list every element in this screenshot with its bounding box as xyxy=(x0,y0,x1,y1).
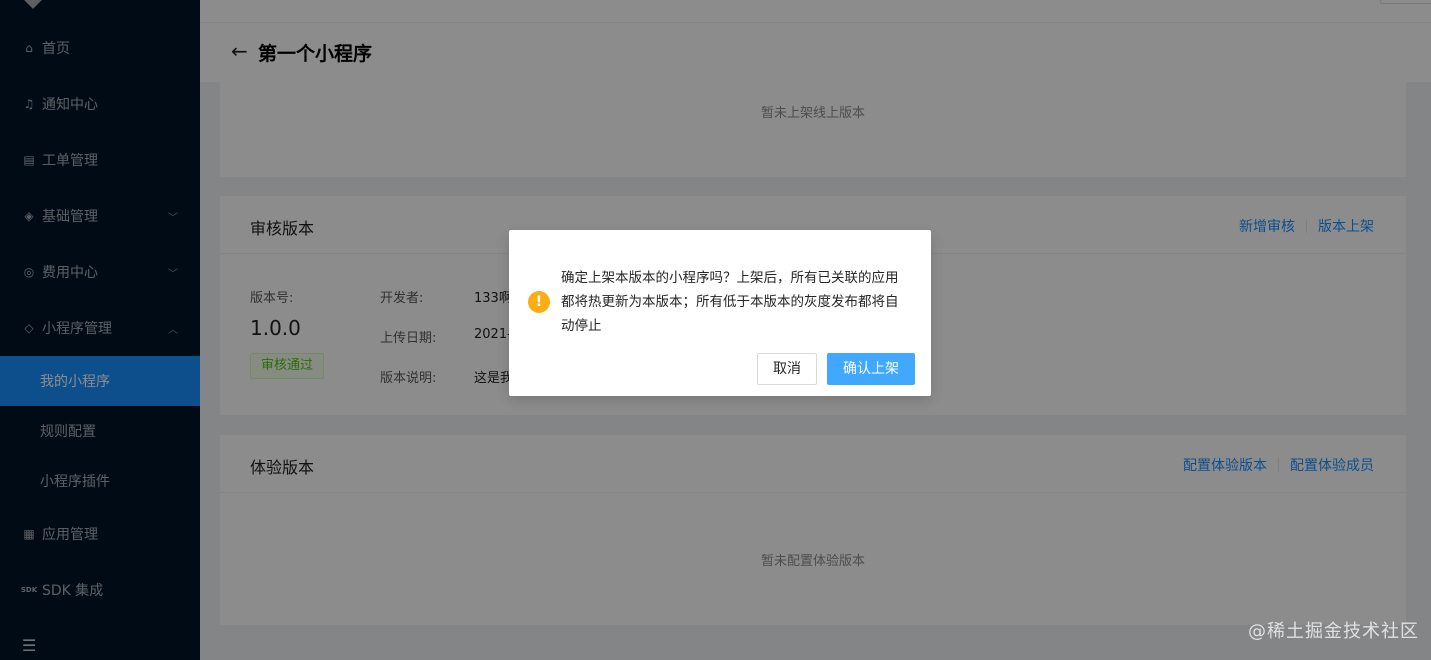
exclamation-circle-icon: ! xyxy=(528,291,550,313)
cancel-button[interactable]: 取消 xyxy=(757,353,817,385)
confirm-publish-button[interactable]: 确认上架 xyxy=(827,353,915,385)
confirm-modal: ! 确定上架本版本的小程序吗？上架后，所有已关联的应用都将热更新为本版本；所有低… xyxy=(509,230,931,396)
watermark: @稀土掘金技术社区 xyxy=(1248,621,1419,642)
modal-message: 确定上架本版本的小程序吗？上架后，所有已关联的应用都将热更新为本版本；所有低于本… xyxy=(561,270,899,334)
